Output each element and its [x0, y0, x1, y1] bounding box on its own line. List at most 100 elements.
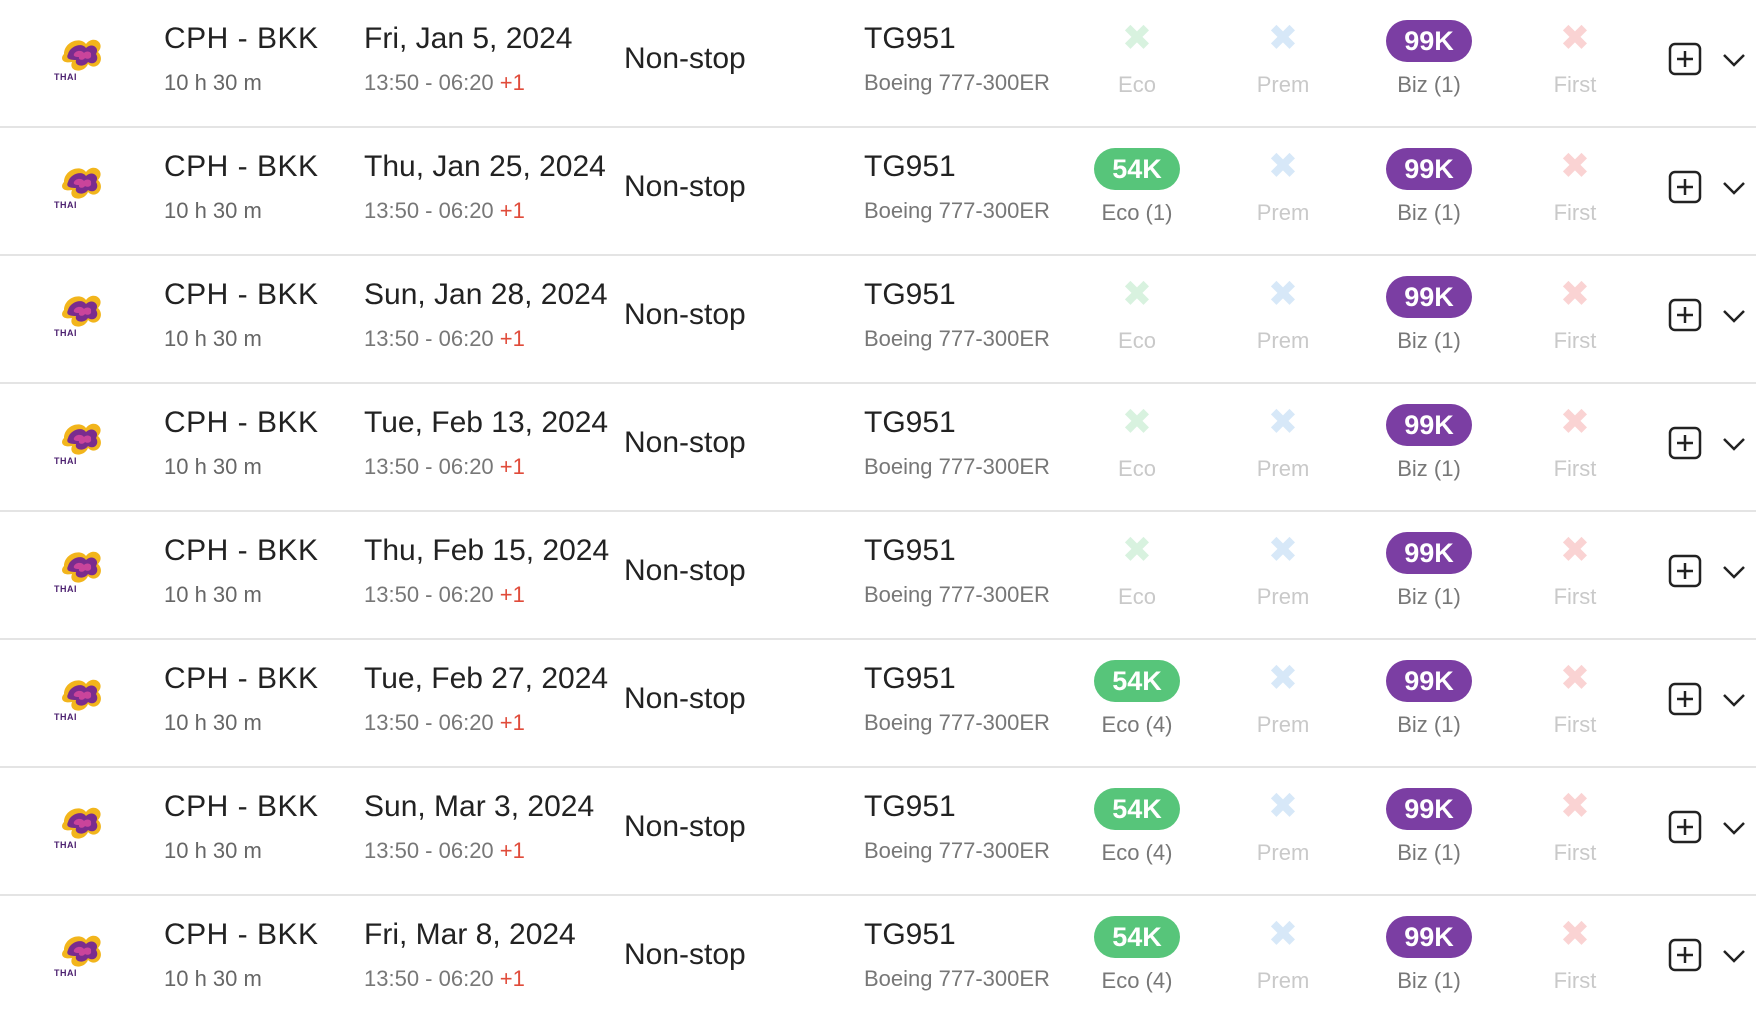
flight-row[interactable]: THAI CPH - BKK 10 h 30 m Fri, Mar 8, 202… [0, 896, 1756, 1024]
fare-biz[interactable]: 99K Biz (1) [1364, 912, 1494, 994]
stops: Non-stop [624, 938, 746, 971]
stops: Non-stop [624, 42, 746, 75]
fare-eco-label: Eco (4) [1101, 968, 1173, 993]
fare-prem-label: Prem [1256, 840, 1310, 865]
fare-prem: ✖ Prem [1218, 656, 1348, 738]
fare-biz[interactable]: 99K Biz (1) [1364, 784, 1494, 866]
plus-square-icon[interactable] [1668, 170, 1702, 204]
flight-row[interactable]: THAI CPH - BKK 10 h 30 m Tue, Feb 13, 20… [0, 384, 1756, 512]
stops: Non-stop [624, 810, 746, 843]
fare-biz[interactable]: 99K Biz (1) [1364, 272, 1494, 354]
fare-eco-price[interactable]: 54K [1094, 916, 1180, 958]
flight-row[interactable]: THAI CPH - BKK 10 h 30 m Sun, Mar 3, 202… [0, 768, 1756, 896]
fare-biz-price[interactable]: 99K [1386, 148, 1472, 190]
fare-biz-price[interactable]: 99K [1386, 404, 1472, 446]
fare-eco-price[interactable]: 54K [1094, 788, 1180, 830]
fare-eco[interactable]: 54K Eco (1) [1072, 144, 1202, 226]
flight-number: TG951 [864, 406, 956, 439]
fare-eco-label: Eco [1118, 72, 1156, 97]
chevron-down-icon[interactable] [1720, 46, 1748, 74]
fare-biz-price[interactable]: 99K [1386, 916, 1472, 958]
fare-eco[interactable]: 54K Eco (4) [1072, 784, 1202, 866]
flight-times: 13:50 - 06:20 +1 [364, 326, 525, 352]
flight-row[interactable]: THAI CPH - BKK 10 h 30 m Tue, Feb 27, 20… [0, 640, 1756, 768]
flight-duration: 10 h 30 m [164, 198, 262, 223]
fare-prem-label: Prem [1256, 200, 1310, 225]
stops: Non-stop [624, 426, 746, 459]
time-range: 13:50 - 06:20 [364, 454, 494, 479]
close-icon: ✖ [1559, 145, 1591, 186]
fare-biz-price[interactable]: 99K [1386, 532, 1472, 574]
fare-prem-label: Prem [1256, 712, 1310, 737]
aircraft-type: Boeing 777-300ER [864, 710, 1050, 735]
chevron-down-icon[interactable] [1720, 302, 1748, 330]
fare-prem: ✖ Prem [1218, 528, 1348, 610]
close-icon: ✖ [1559, 273, 1591, 314]
fare-biz[interactable]: 99K Biz (1) [1364, 400, 1494, 482]
fare-biz-price[interactable]: 99K [1386, 276, 1472, 318]
fare-prem-label: Prem [1256, 456, 1310, 481]
airline-logo-text: THAI [54, 200, 77, 210]
fare-biz[interactable]: 99K Biz (1) [1364, 656, 1494, 738]
aircraft-type: Boeing 777-300ER [864, 838, 1050, 863]
flight-number: TG951 [864, 534, 956, 567]
airline-logo-text: THAI [54, 584, 77, 594]
fare-eco: ✖ Eco [1072, 400, 1202, 482]
flight-duration: 10 h 30 m [164, 582, 262, 607]
fare-biz[interactable]: 99K Biz (1) [1364, 16, 1494, 98]
time-range: 13:50 - 06:20 [364, 198, 494, 223]
stops: Non-stop [624, 170, 746, 203]
plus-square-icon[interactable] [1668, 938, 1702, 972]
airline-logo-text: THAI [54, 456, 77, 466]
departure-date: Fri, Jan 5, 2024 [364, 22, 573, 55]
stops: Non-stop [624, 298, 746, 331]
departure-date: Tue, Feb 27, 2024 [364, 662, 609, 695]
airline-logo-text: THAI [54, 72, 77, 82]
flight-row[interactable]: THAI CPH - BKK 10 h 30 m Fri, Jan 5, 202… [0, 0, 1756, 128]
airline-logo-text: THAI [54, 328, 77, 338]
day-offset: +1 [499, 454, 525, 479]
fare-eco-label: Eco [1118, 328, 1156, 353]
flight-row[interactable]: THAI CPH - BKK 10 h 30 m Thu, Jan 25, 20… [0, 128, 1756, 256]
fare-eco-label: Eco (4) [1101, 840, 1173, 865]
plus-square-icon[interactable] [1668, 426, 1702, 460]
plus-square-icon[interactable] [1668, 810, 1702, 844]
chevron-down-icon[interactable] [1720, 430, 1748, 458]
flight-row[interactable]: THAI CPH - BKK 10 h 30 m Sun, Jan 28, 20… [0, 256, 1756, 384]
flight-row[interactable]: THAI CPH - BKK 10 h 30 m Thu, Feb 15, 20… [0, 512, 1756, 640]
close-icon: ✖ [1267, 145, 1299, 186]
fare-biz[interactable]: 99K Biz (1) [1364, 528, 1494, 610]
close-icon: ✖ [1121, 401, 1153, 442]
fare-eco-price[interactable]: 54K [1094, 660, 1180, 702]
chevron-down-icon[interactable] [1720, 814, 1748, 842]
fare-biz-price[interactable]: 99K [1386, 20, 1472, 62]
fare-first: ✖ First [1510, 912, 1640, 994]
aircraft-type: Boeing 777-300ER [864, 198, 1050, 223]
fare-eco-price[interactable]: 54K [1094, 148, 1180, 190]
chevron-down-icon[interactable] [1720, 174, 1748, 202]
time-range: 13:50 - 06:20 [364, 70, 494, 95]
plus-square-icon[interactable] [1668, 42, 1702, 76]
plus-square-icon[interactable] [1668, 298, 1702, 332]
plus-square-icon[interactable] [1668, 554, 1702, 588]
chevron-down-icon[interactable] [1720, 942, 1748, 970]
fare-biz-price[interactable]: 99K [1386, 660, 1472, 702]
fare-prem: ✖ Prem [1218, 400, 1348, 482]
fare-first-label: First [1553, 200, 1597, 225]
chevron-down-icon[interactable] [1720, 686, 1748, 714]
departure-date: Thu, Jan 25, 2024 [364, 150, 606, 183]
fare-biz-price[interactable]: 99K [1386, 788, 1472, 830]
fare-eco[interactable]: 54K Eco (4) [1072, 912, 1202, 994]
thai-airways-logo-icon: THAI [54, 798, 106, 854]
fare-biz[interactable]: 99K Biz (1) [1364, 144, 1494, 226]
fare-first-label: First [1553, 584, 1597, 609]
fare-prem: ✖ Prem [1218, 272, 1348, 354]
day-offset: +1 [499, 326, 525, 351]
route: CPH - BKK [164, 150, 319, 183]
plus-square-icon[interactable] [1668, 682, 1702, 716]
chevron-down-icon[interactable] [1720, 558, 1748, 586]
fare-eco[interactable]: 54K Eco (4) [1072, 656, 1202, 738]
thai-airways-logo-icon: THAI [54, 926, 106, 982]
flight-number: TG951 [864, 790, 956, 823]
close-icon: ✖ [1559, 529, 1591, 570]
